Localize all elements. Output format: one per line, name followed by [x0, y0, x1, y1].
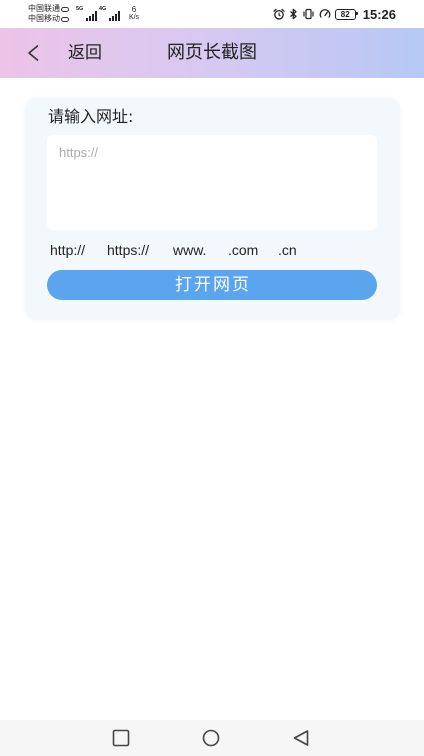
url-input[interactable] [47, 135, 377, 230]
network-speed: 6 K/s [126, 5, 142, 22]
carrier-row: 中国联通 [28, 4, 69, 14]
shortcut-www[interactable]: www. [173, 241, 206, 259]
signal-group-sim1: 5G [76, 6, 97, 21]
clock-time: 15:26 [362, 6, 396, 22]
shortcut-cn[interactable]: .cn [278, 241, 297, 259]
network-speed-unit: K/s [128, 14, 140, 21]
gauge-icon [319, 8, 331, 20]
battery-level: 82 [340, 9, 350, 19]
back-label: 返回 [68, 43, 102, 63]
home-circle-icon[interactable] [202, 729, 220, 747]
carrier-row: 中国移动 [28, 14, 69, 24]
signal-bar [92, 13, 94, 21]
app-screen: 中国联通 中国移动 5G 4G 6 K/s 82 15:26 网页长截图 返回 … [0, 0, 424, 756]
carrier-list: 中国联通 中国移动 [28, 4, 69, 24]
chevron-left-icon [26, 44, 40, 62]
url-form-card: 请输入网址: http:// https:// www. .com .cn 打开… [25, 98, 400, 320]
signal-bar [112, 16, 114, 21]
recent-apps-square-icon[interactable] [112, 729, 130, 747]
signal-bar [89, 16, 91, 21]
network-speed-value: 6 [131, 5, 137, 14]
network-type-label: 5G [76, 6, 84, 12]
signal-bar [95, 11, 97, 21]
status-bar: 中国联通 中国移动 5G 4G 6 K/s 82 15:26 [0, 0, 424, 28]
signal-strength-icon [109, 11, 120, 21]
back-triangle-icon[interactable] [292, 729, 310, 747]
bluetooth-icon [289, 8, 298, 20]
page-header: 网页长截图 返回 [0, 28, 424, 78]
status-icons: 82 15:26 [273, 0, 396, 28]
battery-icon: 82 [334, 8, 359, 20]
vibrate-icon [302, 8, 315, 20]
url-field-label: 请输入网址: [48, 107, 134, 126]
shortcut-https[interactable]: https:// [107, 241, 149, 259]
signal-bar [86, 18, 88, 21]
signal-group-sim2: 4G [99, 6, 120, 21]
shortcut-com[interactable]: .com [228, 241, 258, 259]
carrier-name: 中国移动 [28, 14, 60, 23]
signal-strength-icon [86, 11, 97, 21]
signal-bar [115, 13, 117, 21]
alarm-icon [273, 8, 285, 20]
carrier-name: 中国联通 [28, 4, 60, 13]
open-webpage-button[interactable]: 打开网页 [47, 270, 377, 300]
hd-call-icon [61, 16, 69, 22]
network-type-label: 4G [99, 6, 107, 12]
hd-call-icon [61, 6, 69, 12]
system-nav-bar [0, 720, 424, 756]
signal-bar [109, 18, 111, 21]
shortcut-http[interactable]: http:// [50, 241, 85, 259]
signal-bar [118, 11, 120, 21]
back-button[interactable]: 返回 [20, 28, 108, 78]
